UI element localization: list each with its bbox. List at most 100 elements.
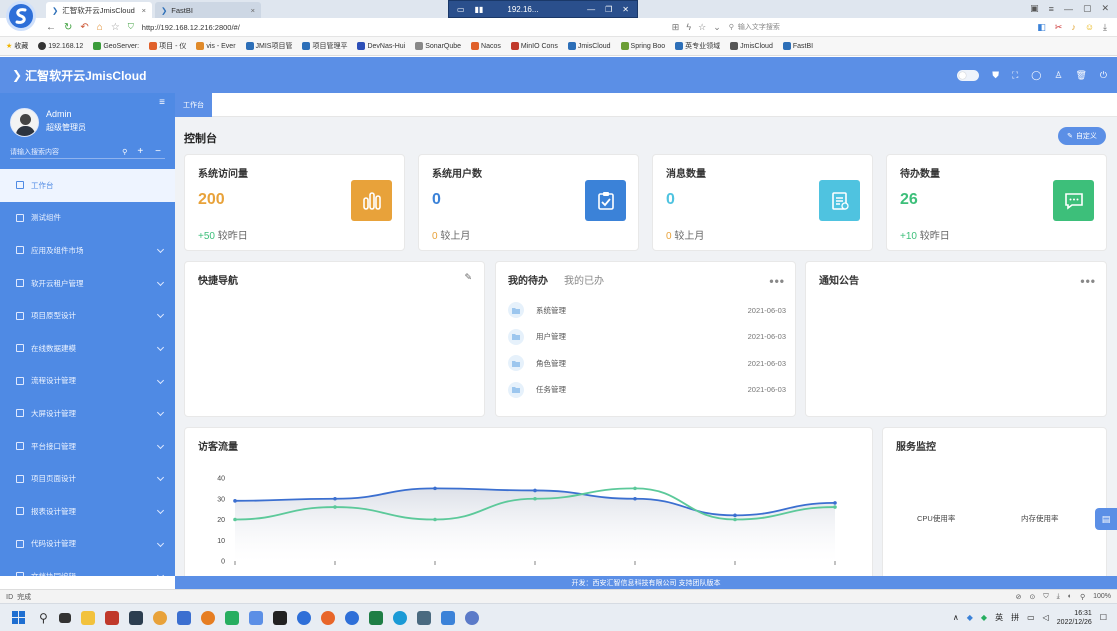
zoom-icon[interactable]: ⚲: [1080, 593, 1085, 601]
side-float-button[interactable]: ▤: [1095, 508, 1117, 530]
app-logo[interactable]: ❯ 汇智软开云JmisCloud: [12, 67, 146, 84]
sidebar-item[interactable]: 工作台: [0, 169, 175, 202]
terminal-icon[interactable]: [272, 610, 287, 625]
data-point[interactable]: [333, 505, 337, 509]
more-icon[interactable]: •••: [1080, 274, 1096, 288]
extension-icon[interactable]: ♪: [1071, 22, 1076, 32]
data-point[interactable]: [433, 486, 437, 491]
menu-icon[interactable]: ≡: [1049, 4, 1054, 14]
more-icon[interactable]: •••: [769, 274, 785, 288]
app-icon[interactable]: [248, 610, 263, 625]
todo-item[interactable]: 用户管理 2021-06-03: [508, 327, 786, 347]
task-view-icon[interactable]: [58, 612, 71, 623]
chat-icon[interactable]: ◯: [1031, 70, 1041, 81]
maximize-icon[interactable]: ▢: [1083, 3, 1092, 14]
url-field[interactable]: http://192.168.12.216:2800/#/: [142, 23, 672, 32]
restore-icon[interactable]: ❐: [605, 5, 612, 14]
extension-icon[interactable]: ◧: [1037, 22, 1046, 33]
lock-icon[interactable]: ⛉: [1043, 593, 1048, 601]
data-point[interactable]: [733, 513, 737, 518]
app-icon[interactable]: [416, 610, 431, 625]
windows-start-icon[interactable]: [12, 611, 25, 624]
home-icon[interactable]: ⌂: [97, 22, 103, 33]
sidebar-item[interactable]: 应用及组件市场: [0, 234, 175, 267]
bookmark-item[interactable]: MinIO Cons: [510, 42, 558, 50]
app-icon[interactable]: [104, 610, 119, 625]
edit-icon[interactable]: ✎: [464, 272, 472, 283]
customize-button[interactable]: ✎ 自定义: [1058, 127, 1106, 145]
clock[interactable]: 16:31 2022/12/26: [1057, 609, 1092, 627]
sidebar-item[interactable]: 报表设计管理: [0, 495, 175, 528]
notepad-icon[interactable]: [440, 610, 455, 625]
download-icon[interactable]: ⤓: [1103, 22, 1107, 33]
browser-tab-active[interactable]: ❯ 汇智软开云JmisCloud ×: [46, 2, 152, 18]
extension-icon[interactable]: ☺: [1085, 22, 1094, 32]
sidebar-item[interactable]: 软开云租户管理: [0, 267, 175, 300]
tab-close-icon[interactable]: ×: [142, 6, 146, 15]
app-icon[interactable]: [176, 610, 191, 625]
tray-icon[interactable]: ◆: [981, 613, 987, 622]
grid-icon[interactable]: ⊞: [672, 22, 680, 33]
sidebar-item[interactable]: 大屏设计管理: [0, 397, 175, 430]
download-icon[interactable]: ⤓: [1057, 593, 1060, 601]
bookmark-item[interactable]: ★ 收藏: [6, 41, 28, 51]
search-icon[interactable]: ⚲: [122, 148, 127, 156]
volume-icon[interactable]: ◁: [1043, 613, 1049, 622]
data-point[interactable]: [733, 517, 737, 522]
status-icon[interactable]: ⊘: [1016, 593, 1022, 601]
browser-search[interactable]: ⚲ 输入文字搜索: [729, 22, 879, 32]
data-point[interactable]: [633, 496, 637, 501]
app-icon[interactable]: [464, 610, 479, 625]
theme-toggle[interactable]: [957, 69, 980, 81]
sidebar-item[interactable]: 测试组件: [0, 202, 175, 235]
bookmark-item[interactable]: JmisCloud: [567, 42, 611, 50]
data-point[interactable]: [533, 496, 537, 501]
todo-item[interactable]: 系统管理 2021-06-03: [508, 300, 786, 320]
bookmark-item[interactable]: 项目管理平: [302, 41, 347, 51]
status-icon[interactable]: ⊙: [1029, 593, 1035, 601]
bookmark-item[interactable]: DevNas-Hui: [357, 42, 405, 50]
ime-language[interactable]: 英: [995, 612, 1003, 623]
data-point[interactable]: [233, 499, 237, 503]
todo-item[interactable]: 角色管理 2021-06-03: [508, 353, 786, 373]
chevron-up-icon[interactable]: ∧: [953, 613, 959, 622]
bookmark-item[interactable]: GeoServer:: [93, 42, 139, 50]
app-icon[interactable]: [200, 610, 215, 625]
minimize-icon[interactable]: —: [587, 5, 595, 14]
back-icon[interactable]: ←: [46, 22, 56, 33]
bookmark-item[interactable]: SonarQube: [415, 42, 461, 50]
tab-my-done[interactable]: 我的已办: [564, 272, 604, 287]
data-point[interactable]: [533, 488, 537, 493]
bookmark-item[interactable]: Nacos: [471, 42, 501, 50]
add-icon[interactable]: +: [137, 146, 143, 157]
app-icon[interactable]: [152, 610, 167, 625]
explorer-icon[interactable]: [80, 610, 95, 625]
star-icon[interactable]: ☆: [111, 22, 120, 33]
bookmark-item[interactable]: 192.168.12: [38, 42, 83, 50]
lightning-icon[interactable]: ϟ: [686, 22, 691, 32]
close-icon[interactable]: ✕: [622, 5, 629, 14]
network-icon[interactable]: ▭: [1027, 613, 1035, 622]
browser-icon[interactable]: [296, 610, 311, 625]
sidebar-item[interactable]: 文档协同编辑: [0, 560, 175, 576]
ime-mode[interactable]: 拼: [1011, 612, 1019, 623]
favorite-icon[interactable]: ☆: [698, 22, 706, 33]
tab-close-icon[interactable]: ×: [251, 6, 255, 15]
browser-tab-fastbi[interactable]: ❯ FastBI ×: [155, 2, 261, 18]
sidebar-item[interactable]: 在线数据建模: [0, 332, 175, 365]
window-icon[interactable]: ▣: [1030, 3, 1039, 14]
sidebar-item[interactable]: 项目页面设计: [0, 462, 175, 495]
app-icon[interactable]: [128, 610, 143, 625]
collapse-menu-icon[interactable]: ≡: [159, 97, 165, 108]
sidebar-item[interactable]: 流程设计管理: [0, 365, 175, 398]
data-point[interactable]: [633, 486, 637, 491]
user-icon[interactable]: ♙: [1054, 70, 1062, 81]
power-icon[interactable]: ⏻: [1100, 70, 1107, 81]
tab-my-todo[interactable]: 我的待办: [508, 272, 548, 287]
data-point[interactable]: [433, 517, 437, 522]
data-point[interactable]: [833, 505, 837, 509]
excel-icon[interactable]: [368, 610, 383, 625]
app-icon[interactable]: [224, 610, 239, 625]
pin-icon[interactable]: ▭: [457, 5, 465, 14]
close-icon[interactable]: ✕: [1101, 3, 1109, 14]
